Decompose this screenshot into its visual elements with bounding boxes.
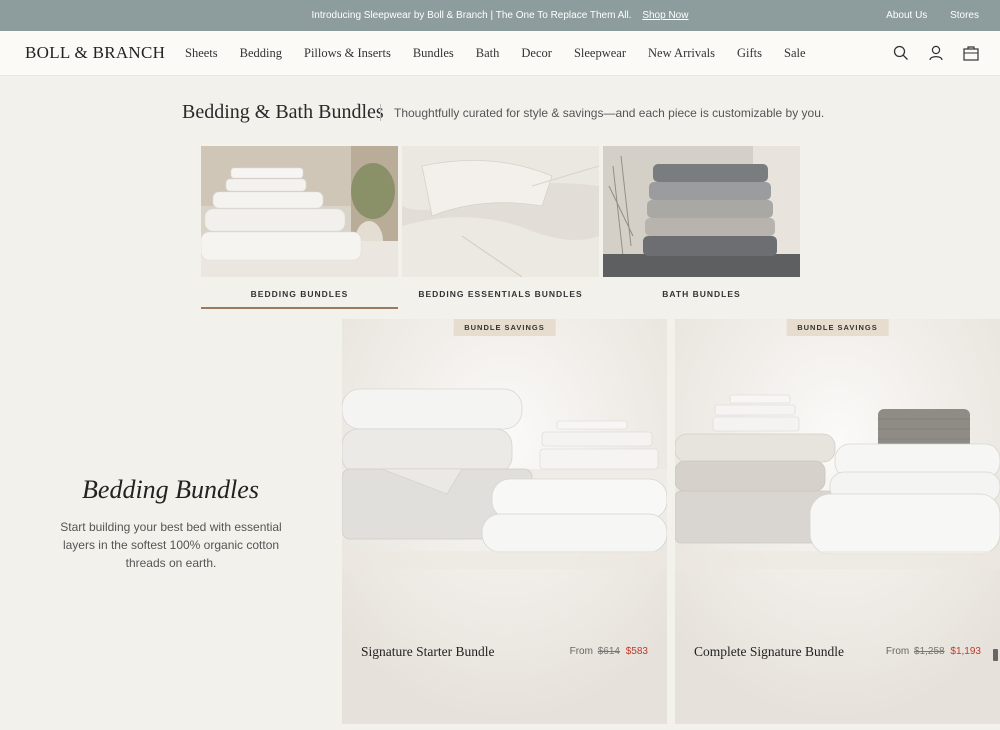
price-from-label: From	[885, 646, 910, 657]
nav-item-sheets[interactable]: Sheets	[185, 46, 218, 61]
bundle-savings-badge: BUNDLE SAVINGS	[786, 319, 889, 336]
tile-bedding-bundles[interactable]	[201, 146, 398, 277]
announcement-bar: Introducing Sleepwear by Boll & Branch |…	[0, 0, 1000, 31]
account-icon[interactable]	[927, 44, 945, 62]
original-price: $1,258	[914, 646, 945, 657]
scrollbar-thumb[interactable]	[993, 649, 998, 661]
brand-logo[interactable]: BOLL & BRANCH	[25, 43, 165, 63]
heading-divider	[380, 104, 381, 121]
nav-item-sale[interactable]: Sale	[784, 46, 806, 61]
site-header: BOLL & BRANCH Sheets Bedding Pillows & I…	[0, 31, 1000, 76]
announcement-text: Introducing Sleepwear by Boll & Branch |…	[311, 10, 632, 21]
tile-label-bedding-essentials[interactable]: BEDDING ESSENTIALS BUNDLES	[402, 289, 599, 299]
product-card-signature-starter[interactable]: BUNDLE SAVINGS Signature Starter Bundle …	[342, 319, 667, 724]
tile-bath-bundles[interactable]	[603, 146, 800, 277]
product-name[interactable]: Signature Starter Bundle	[361, 644, 494, 660]
signature-starter-image	[342, 319, 667, 724]
bedding-bundles-image	[201, 146, 398, 277]
sale-price: $1,193	[950, 646, 981, 657]
tile-label-bath-bundles[interactable]: BATH BUNDLES	[603, 289, 800, 299]
about-us-link[interactable]: About Us	[886, 10, 927, 21]
promo-description: Start building your best bed with essent…	[60, 520, 282, 570]
bath-bundles-image	[603, 146, 800, 277]
original-price: $614	[597, 646, 620, 657]
header-icons	[875, 44, 980, 62]
nav-item-bedding[interactable]: Bedding	[240, 46, 282, 61]
nav-item-gifts[interactable]: Gifts	[737, 46, 762, 61]
sale-price: $583	[625, 646, 648, 657]
tile-bedding-essentials[interactable]	[402, 146, 599, 277]
nav-item-new-arrivals[interactable]: New Arrivals	[648, 46, 715, 61]
nav-item-sleepwear[interactable]: Sleepwear	[574, 46, 626, 61]
nav-item-bundles[interactable]: Bundles	[413, 46, 454, 61]
stores-link[interactable]: Stores	[950, 10, 979, 21]
bundle-savings-badge: BUNDLE SAVINGS	[453, 319, 556, 336]
product-price: From $614 $583	[570, 646, 648, 657]
section-title: Bedding & Bath Bundles	[182, 101, 384, 123]
complete-signature-image	[675, 319, 1000, 724]
shop-now-link[interactable]: Shop Now	[642, 10, 688, 21]
active-tab-indicator	[201, 307, 398, 309]
nav-item-pillows[interactable]: Pillows & Inserts	[304, 46, 391, 61]
bedding-essentials-image	[402, 146, 599, 277]
product-price: From $1,258 $1,193	[886, 646, 981, 657]
product-card-complete-signature[interactable]: BUNDLE SAVINGS Complete Signature Bundle…	[675, 319, 1000, 724]
utility-links: About Us Stores	[866, 10, 979, 21]
product-name[interactable]: Complete Signature Bundle	[694, 644, 844, 660]
nav-item-decor[interactable]: Decor	[521, 46, 552, 61]
nav-item-bath[interactable]: Bath	[476, 46, 500, 61]
price-from-label: From	[569, 646, 593, 657]
section-subtitle: Thoughtfully curated for style & savings…	[394, 106, 825, 120]
search-icon[interactable]	[892, 44, 910, 62]
main-nav: Sheets Bedding Pillows & Inserts Bundles…	[185, 46, 828, 61]
tile-label-bedding-bundles[interactable]: BEDDING BUNDLES	[201, 289, 398, 299]
promo-title: Bedding Bundles	[82, 475, 259, 504]
announcement-text-wrap: Introducing Sleepwear by Boll & Branch |…	[0, 10, 1000, 21]
bag-icon[interactable]	[962, 44, 980, 62]
